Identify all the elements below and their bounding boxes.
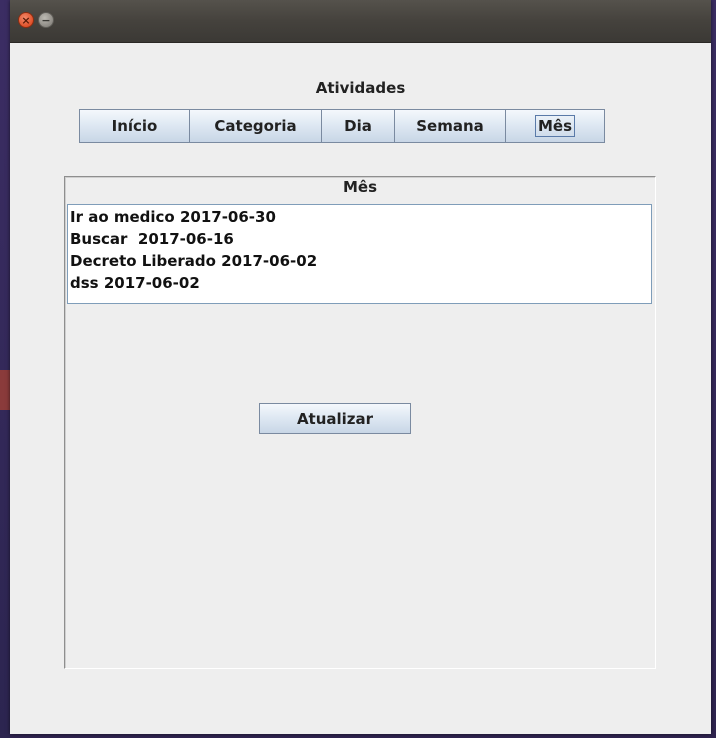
- window-titlebar[interactable]: × −: [10, 0, 711, 43]
- tab-mes[interactable]: Mês: [506, 110, 604, 142]
- list-item[interactable]: dss 2017-06-02: [68, 272, 651, 294]
- minimize-icon[interactable]: −: [38, 12, 54, 28]
- tab-semana[interactable]: Semana: [395, 110, 506, 142]
- list-item[interactable]: Decreto Liberado 2017-06-02: [68, 250, 651, 272]
- app-window: × − Atividades Início Categoria Dia Sema…: [10, 0, 711, 734]
- tab-label: Dia: [344, 117, 372, 135]
- refresh-button[interactable]: Atualizar: [259, 403, 411, 434]
- page-title: Atividades: [315, 79, 406, 97]
- list-item[interactable]: Ir ao medico 2017-06-30: [68, 206, 651, 228]
- desktop-decoration: [0, 370, 10, 410]
- tab-label: Categoria: [214, 117, 297, 135]
- list-item[interactable]: Buscar 2017-06-16: [68, 228, 651, 250]
- tab-inicio[interactable]: Início: [80, 110, 190, 142]
- tab-dia[interactable]: Dia: [322, 110, 395, 142]
- tab-categoria[interactable]: Categoria: [190, 110, 322, 142]
- month-panel: Mês Ir ao medico 2017-06-30 Buscar 2017-…: [64, 176, 656, 669]
- desktop-left-edge: [0, 40, 10, 738]
- activity-list[interactable]: Ir ao medico 2017-06-30 Buscar 2017-06-1…: [67, 204, 652, 304]
- tab-label: Mês: [534, 115, 576, 137]
- tab-bar: Início Categoria Dia Semana Mês: [79, 109, 605, 143]
- tab-label: Início: [111, 117, 158, 135]
- close-icon[interactable]: ×: [18, 12, 34, 28]
- tab-label: Semana: [416, 117, 484, 135]
- panel-title: Mês: [342, 178, 378, 196]
- window-content: Atividades Início Categoria Dia Semana M…: [10, 43, 711, 734]
